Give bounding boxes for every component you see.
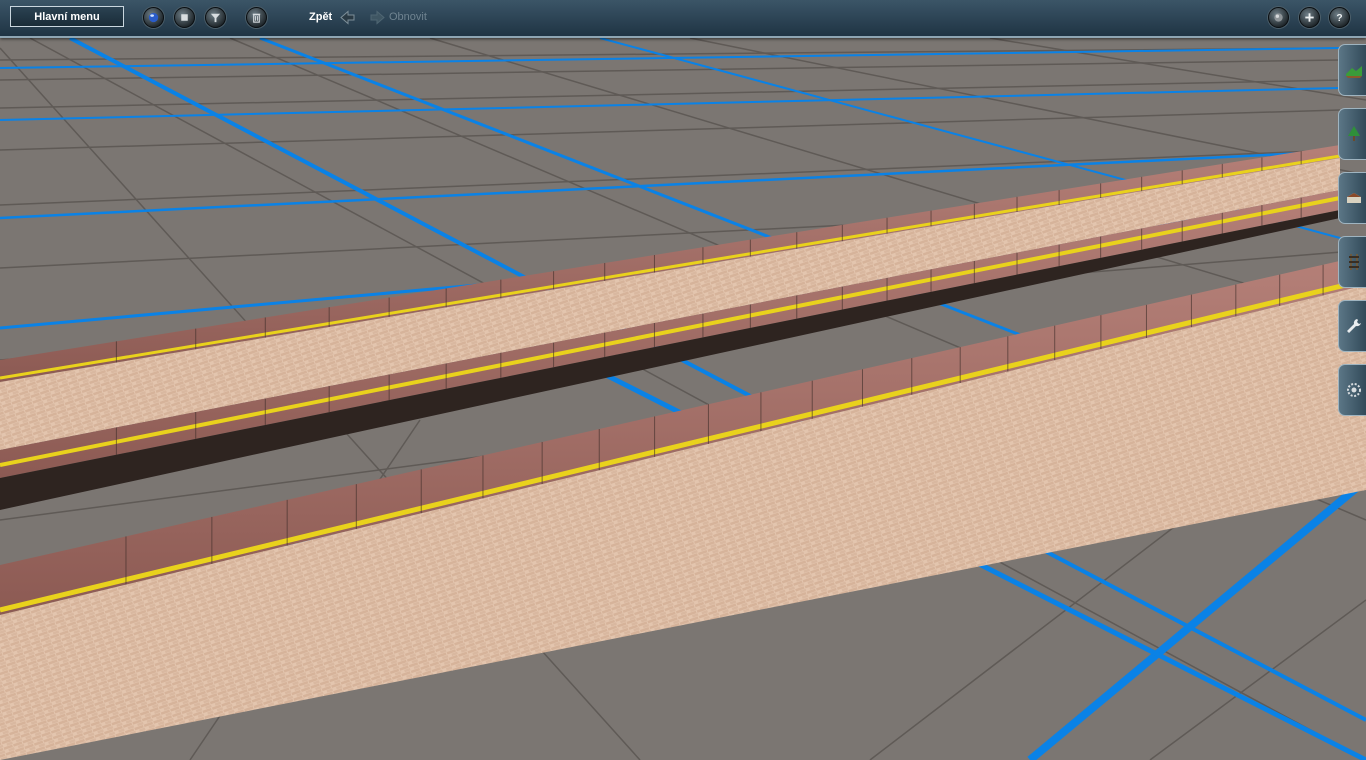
wrench-tool-tab[interactable] bbox=[1338, 300, 1366, 352]
sphere-icon bbox=[1274, 13, 1283, 22]
tree-tool-icon bbox=[1347, 126, 1360, 141]
delete-button[interactable] bbox=[246, 7, 267, 28]
redo-label[interactable]: Obnovit bbox=[389, 11, 427, 23]
add-button[interactable] bbox=[1299, 7, 1320, 28]
objects-tool-tab[interactable] bbox=[1338, 172, 1366, 224]
track-tool-icon bbox=[1348, 254, 1359, 270]
terrain-tool-tab[interactable] bbox=[1338, 44, 1366, 96]
trash-icon bbox=[252, 13, 261, 23]
undo-arrow-icon[interactable] bbox=[340, 10, 355, 25]
3d-viewport[interactable] bbox=[0, 0, 1366, 760]
globe-button[interactable] bbox=[143, 7, 164, 28]
help-button[interactable]: ? bbox=[1329, 7, 1350, 28]
track-tool-tab[interactable] bbox=[1338, 236, 1366, 288]
redo-arrow-icon[interactable] bbox=[370, 10, 385, 25]
undo-label[interactable]: Zpět bbox=[309, 11, 332, 23]
globe-icon bbox=[148, 12, 159, 23]
plus-icon bbox=[1305, 13, 1314, 22]
objects-tool-icon bbox=[1346, 193, 1361, 203]
filter-button[interactable] bbox=[205, 7, 226, 28]
wrench-icon bbox=[1346, 319, 1361, 333]
main-menu-button[interactable]: Hlavní menu bbox=[10, 6, 124, 27]
terrain-tool-icon bbox=[1345, 66, 1362, 78]
tree-tool-tab[interactable] bbox=[1338, 108, 1366, 160]
settings-tool-tab[interactable] bbox=[1338, 364, 1366, 416]
stop-icon bbox=[181, 14, 188, 21]
filter-icon bbox=[210, 13, 221, 23]
top-toolbar: Hlavní menu Zpět Obnovit ? bbox=[0, 0, 1366, 38]
svg-text:?: ? bbox=[1336, 13, 1342, 24]
settings-cog-icon bbox=[1346, 383, 1361, 397]
sphere-button[interactable] bbox=[1268, 7, 1289, 28]
help-icon: ? bbox=[1336, 13, 1342, 24]
stop-button[interactable] bbox=[174, 7, 195, 28]
